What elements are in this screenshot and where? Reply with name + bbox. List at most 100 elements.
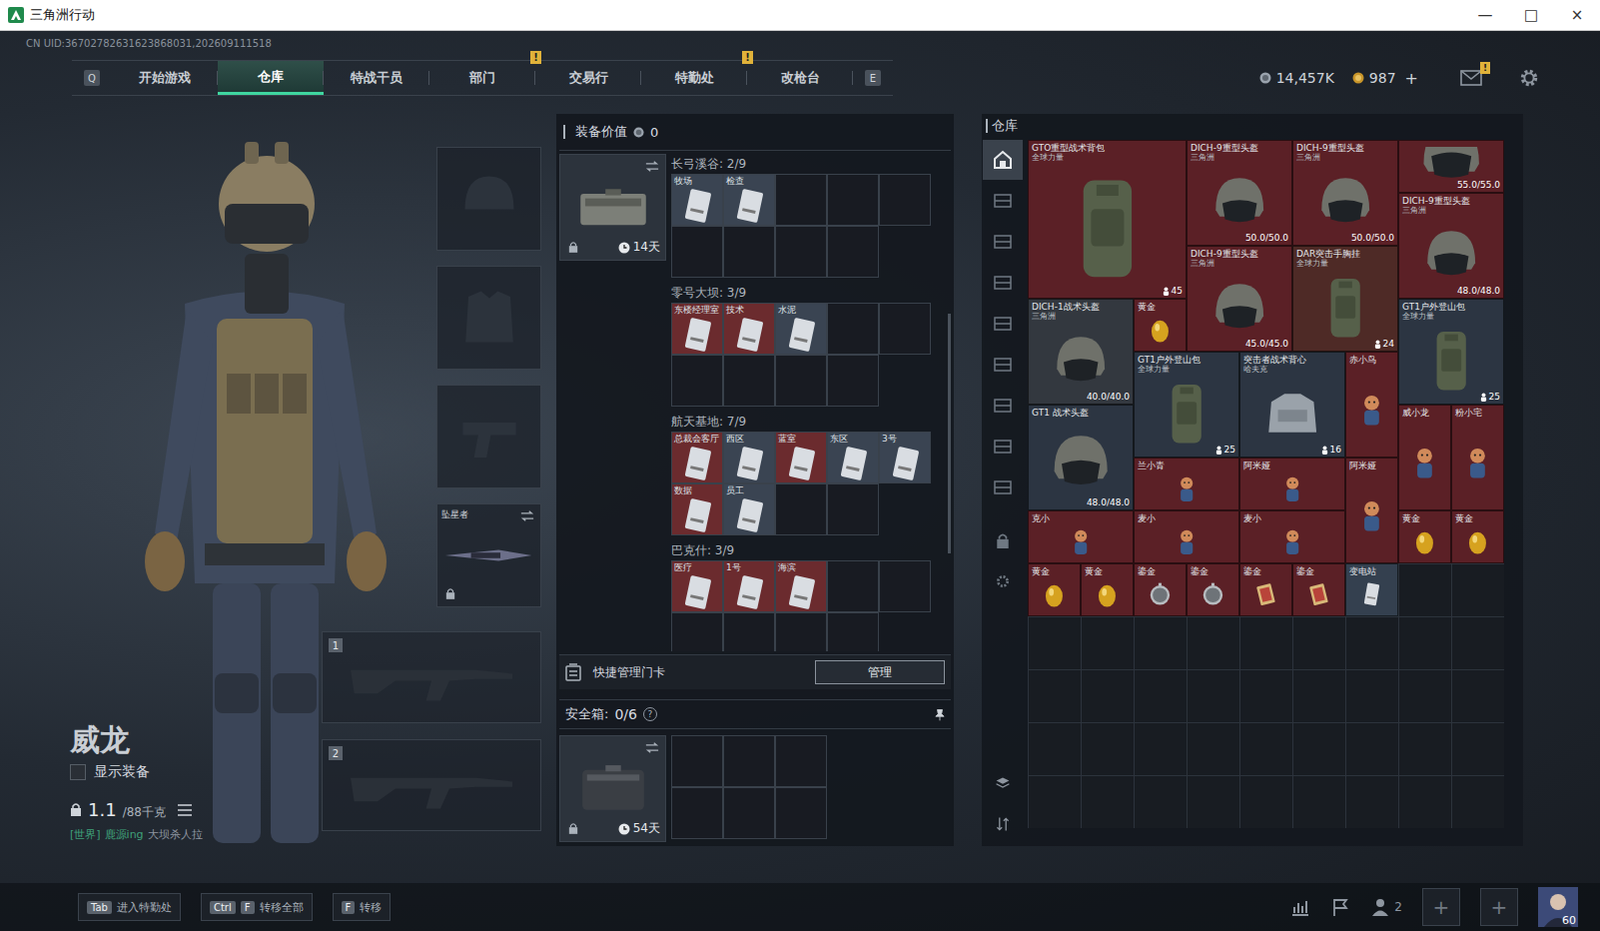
nav-tab[interactable]: 特战干员 [323,60,430,95]
stash-item[interactable]: 鎏金 [1292,563,1346,617]
stash-item[interactable]: 阿米娅 [1239,457,1346,511]
stash-item[interactable]: 突击者战术背心哈夫克16 [1239,351,1346,458]
empty-key-slot[interactable] [775,612,827,652]
empty-key-slot[interactable] [878,302,931,355]
stash-tab[interactable] [982,344,1023,385]
empty-key-slot[interactable] [775,225,827,278]
key-card[interactable]: 海滨 [775,560,827,613]
swap-icon[interactable] [520,510,535,522]
empty-key-slot[interactable] [878,560,931,613]
safe-box-slot[interactable] [723,787,776,839]
swap-icon[interactable] [645,160,660,172]
stash-item[interactable]: 55.0/55.0 [1398,139,1505,193]
key-card[interactable]: 员工 [723,483,776,536]
safe-box-slot[interactable] [775,787,827,839]
stash-item[interactable]: 阿米娅 [1345,457,1399,564]
player-avatar[interactable]: 60 [1538,886,1579,927]
stash-tab[interactable] [982,262,1023,303]
scrollbar[interactable] [947,313,951,554]
add-points-button[interactable]: + [1405,68,1419,88]
stash-item[interactable]: DICH-1战术头盔三角洲40.0/40.0 [1027,298,1134,405]
stash-item[interactable]: DICH-9重型头盔三角洲45.0/45.0 [1186,245,1293,352]
stash-item[interactable]: DICH-9重型头盔三角洲50.0/50.0 [1186,139,1293,246]
key-card[interactable]: 蓝室 [775,431,827,484]
empty-key-slot[interactable] [878,173,931,226]
safe-box-slot[interactable] [723,735,776,788]
manage-button[interactable]: 管理 [814,660,945,685]
sort-icon[interactable] [994,815,1011,832]
empty-key-slot[interactable] [671,354,724,407]
key-card[interactable]: 水泥 [775,302,827,355]
empty-key-slot[interactable] [671,225,724,278]
stash-tab[interactable] [982,139,1023,180]
mail-button[interactable]: ! [1460,69,1483,86]
stats-icon[interactable] [1290,896,1311,917]
key-card[interactable]: 牧场 [671,173,724,226]
help-button[interactable]: ? [643,707,658,722]
stash-item[interactable]: GT1户外登山包全球力量25 [1398,298,1505,405]
key-card[interactable]: 3号 [878,431,931,484]
stash-tab[interactable] [982,467,1023,508]
stash-item[interactable]: 鎏金 [1186,563,1240,617]
nav-tab[interactable]: !部门 [429,60,536,95]
safe-box-slot[interactable] [671,735,724,788]
window-control-button[interactable]: × [1554,0,1600,30]
stash-item[interactable]: GTO重型战术背包全球力量45 [1027,139,1187,299]
next-key[interactable]: E [864,69,881,86]
safe-box-container[interactable]: 54天 [559,735,667,842]
key-card[interactable]: 数据 [671,483,724,536]
stash-item[interactable]: DICH-9重型头盔三角洲50.0/50.0 [1292,139,1399,246]
stash-item[interactable]: 黄金 [1451,510,1505,564]
key-hint[interactable]: F转移 [332,892,392,921]
stash-item[interactable]: GT1户外登山包全球力量25 [1133,351,1240,458]
key-card[interactable]: 东区 [826,431,879,484]
stash-item[interactable]: 黄金 [1133,298,1187,352]
stash-item[interactable]: 麦小 [1239,510,1346,564]
empty-key-slot[interactable] [826,354,879,407]
stash-item[interactable]: 赤小鸟 [1345,351,1399,458]
safe-box-slot[interactable] [671,787,724,839]
empty-key-slot[interactable] [826,302,879,355]
stash-tab[interactable] [982,426,1023,467]
empty-key-slot[interactable] [775,173,827,226]
empty-key-slot[interactable] [826,173,879,226]
stash-tab[interactable] [982,180,1023,221]
stash-tab[interactable] [982,385,1023,426]
empty-key-slot[interactable] [723,225,776,278]
key-card[interactable]: 检查 [723,173,776,226]
invite-slot[interactable]: + [1480,887,1519,926]
key-card[interactable]: 总裁会客厅 [671,431,724,484]
gear-slot[interactable] [436,146,542,251]
list-icon[interactable] [177,803,192,816]
stash-item[interactable]: 鎏金 [1133,563,1187,617]
invite-slot[interactable]: + [1422,887,1461,926]
stash-item[interactable]: DAR突击手胸挂全球力量24 [1292,245,1399,352]
key-card[interactable]: 1号 [723,560,776,613]
gear-slot[interactable] [436,384,542,489]
stash-item[interactable]: 变电站 [1345,563,1399,617]
empty-key-slot[interactable] [826,483,879,536]
key-hint[interactable]: CtrlF转移全部 [200,892,313,921]
empty-key-slot[interactable] [723,354,776,407]
stash-item[interactable]: GT1 战术头盔48.0/48.0 [1027,404,1134,511]
key-hint[interactable]: Tab进入特勤处 [77,892,181,921]
stash-item[interactable]: DICH-9重型头盔三角洲48.0/48.0 [1398,192,1505,299]
stash-item[interactable]: 黄金 [1398,510,1452,564]
gear-slot[interactable]: 坠星者 [436,503,542,608]
window-control-button[interactable]: — [1462,0,1509,30]
weapon-slot[interactable]: 1 [321,631,542,724]
prev-key[interactable]: Q [83,69,100,86]
swap-icon[interactable] [645,742,660,754]
pin-icon[interactable] [934,708,945,722]
key-case-container[interactable]: 14天 [559,153,667,261]
stash-tab[interactable] [982,221,1023,262]
key-card[interactable]: 医疗 [671,560,724,613]
nav-tab[interactable]: 改枪台 [747,60,853,95]
stash-item[interactable]: 威小龙 [1398,404,1452,511]
show-gear-checkbox[interactable]: 显示装备 [69,763,322,782]
key-card[interactable]: 西区 [723,431,776,484]
window-control-button[interactable]: □ [1508,0,1555,30]
empty-key-slot[interactable] [826,560,879,613]
stash-tab[interactable] [982,303,1023,344]
nav-tab[interactable]: !特勤处 [641,60,748,95]
